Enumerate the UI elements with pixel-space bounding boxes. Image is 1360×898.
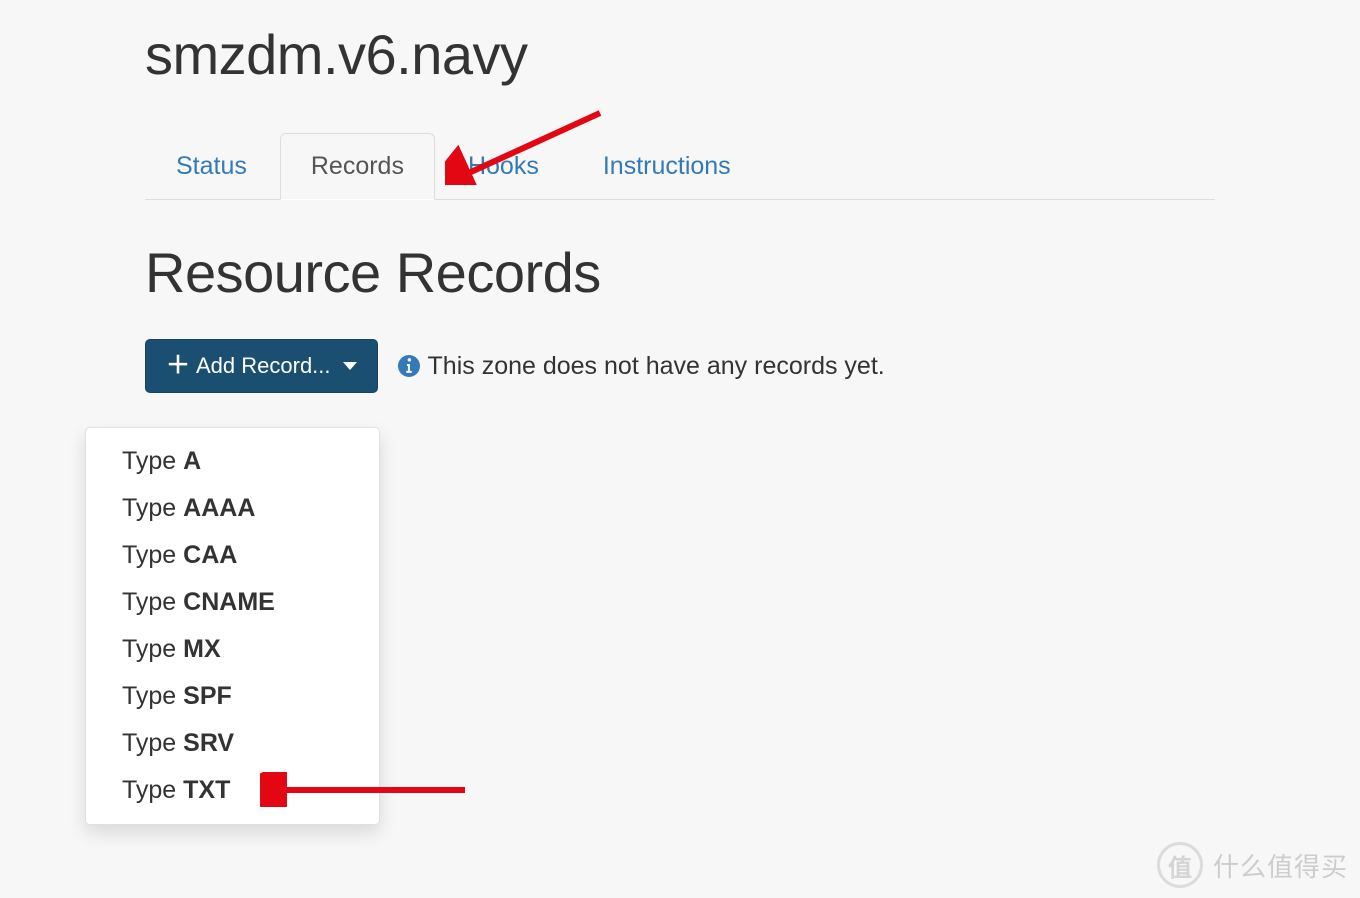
watermark-text: 什么值得买 [1213,847,1348,884]
dropdown-item-srv[interactable]: Type SRV [86,720,379,767]
tab-instructions[interactable]: Instructions [572,133,762,200]
section-title: Resource Records [145,240,1215,305]
tab-records[interactable]: Records [280,133,435,200]
watermark: 值 什么值得买 [1157,842,1348,888]
dropdown-item-cname[interactable]: Type CNAME [86,579,379,626]
dropdown-item-txt[interactable]: Type TXT [86,767,379,814]
info-icon [398,355,420,377]
watermark-badge: 值 [1157,842,1203,888]
add-record-dropdown: Type A Type AAAA Type CAA Type CNAME Typ… [85,427,380,825]
dropdown-item-a[interactable]: Type A [86,438,379,485]
empty-state-text: This zone does not have any records yet. [428,352,885,381]
dropdown-item-mx[interactable]: Type MX [86,626,379,673]
dropdown-item-spf[interactable]: Type SPF [86,673,379,720]
domain-title: smzdm.v6.navy [145,22,1215,87]
dropdown-item-aaaa[interactable]: Type AAAA [86,485,379,532]
plus-icon: ＋ [166,354,190,378]
dropdown-item-caa[interactable]: Type CAA [86,532,379,579]
tab-hooks[interactable]: Hooks [437,133,570,200]
tabs-bar: Status Records Hooks Instructions [145,133,1215,200]
add-record-button-label: Add Record... [196,353,331,379]
tabs-list: Status Records Hooks Instructions [145,133,1215,200]
add-record-button[interactable]: ＋ Add Record... [145,339,378,393]
tab-status[interactable]: Status [145,133,278,200]
caret-down-icon [343,362,357,370]
empty-state: This zone does not have any records yet. [398,352,885,381]
